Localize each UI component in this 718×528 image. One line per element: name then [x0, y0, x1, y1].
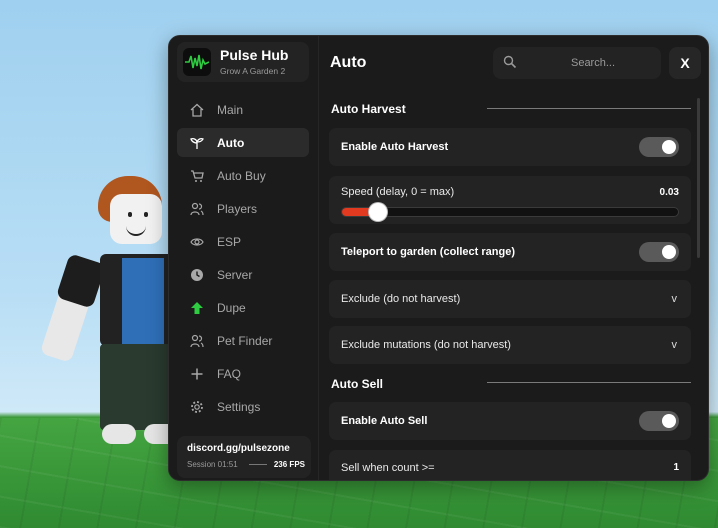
speed-value: 0.03	[659, 187, 679, 198]
sidebar-item-faq[interactable]: FAQ	[177, 359, 309, 388]
clock-icon	[189, 267, 205, 283]
roblox-avatar	[39, 176, 192, 446]
sell-when-count-label: Sell when count >=	[341, 462, 435, 474]
speed-row: Speed (delay, 0 = max) 0.03	[329, 176, 691, 224]
sidebar-item-main[interactable]: Main	[177, 95, 309, 124]
teleport-row: Teleport to garden (collect range)	[329, 233, 691, 271]
teleport-toggle[interactable]	[639, 242, 679, 262]
sidebar-item-pet-finder[interactable]: Pet Finder	[177, 326, 309, 355]
speed-slider[interactable]	[341, 203, 679, 221]
sprout-icon	[189, 135, 205, 151]
sidebar-item-auto-buy[interactable]: Auto Buy	[177, 161, 309, 190]
sell-when-count-value[interactable]: 1	[673, 462, 679, 473]
sidebar-item-label: Main	[217, 102, 244, 117]
brand-card: Pulse Hub Grow A Garden 2	[177, 42, 309, 82]
sidebar-item-dupe[interactable]: Dupe	[177, 293, 309, 322]
search-icon	[503, 55, 517, 74]
exclude-label: Exclude (do not harvest)	[341, 293, 461, 305]
sidebar-nav: Main Auto Auto Buy Players ESP Server Du…	[177, 95, 309, 425]
session-footer: discord.gg/pulsezone Session 01:51 236 F…	[177, 436, 311, 478]
sidebar-item-settings[interactable]: Settings	[177, 392, 309, 421]
sidebar-item-label: Auto	[217, 135, 245, 150]
exclude-mutations-dropdown[interactable]: Exclude mutations (do not harvest) v	[329, 326, 691, 364]
search-box	[493, 47, 661, 79]
sidebar-item-label: Auto Buy	[217, 168, 266, 183]
exclude-dropdown[interactable]: Exclude (do not harvest) v	[329, 280, 691, 318]
enable-auto-sell-row: Enable Auto Sell	[329, 402, 691, 440]
exclude-mutations-label: Exclude mutations (do not harvest)	[341, 339, 511, 351]
sidebar-item-label: Server	[217, 267, 253, 282]
section-divider	[487, 108, 691, 109]
brand-subtitle: Grow A Garden 2	[220, 66, 286, 76]
sidebar-item-esp[interactable]: ESP	[177, 227, 309, 256]
sidebar-item-label: Settings	[217, 399, 261, 414]
home-icon	[189, 102, 205, 118]
arrow-up-icon	[189, 300, 205, 316]
enable-auto-sell-toggle[interactable]	[639, 411, 679, 431]
users-icon	[189, 201, 205, 217]
page-title: Auto	[330, 54, 367, 71]
sidebar-item-label: Dupe	[217, 300, 246, 315]
section-title-auto-harvest: Auto Harvest	[331, 102, 406, 116]
close-button[interactable]: X	[669, 47, 701, 79]
eye-icon	[189, 234, 205, 250]
sidebar-item-label: Pet Finder	[217, 333, 273, 348]
sidebar-item-label: ESP	[217, 234, 242, 249]
enable-auto-harvest-label: Enable Auto Harvest	[341, 141, 449, 153]
sidebar-item-auto[interactable]: Auto	[177, 128, 309, 157]
enable-auto-sell-label: Enable Auto Sell	[341, 415, 428, 427]
chevron-down-icon: v	[671, 339, 678, 351]
sidebar: Pulse Hub Grow A Garden 2 Main Auto Auto…	[169, 36, 319, 480]
settings-content: Auto Harvest Enable Auto Harvest Speed (…	[329, 94, 699, 480]
search-input[interactable]	[533, 47, 653, 79]
section-title-auto-sell: Auto Sell	[331, 377, 384, 391]
brand-title: Pulse Hub	[220, 47, 289, 63]
sidebar-item-players[interactable]: Players	[177, 194, 309, 223]
enable-auto-harvest-toggle[interactable]	[639, 137, 679, 157]
cart-icon	[189, 168, 205, 184]
sidebar-item-label: Players	[217, 201, 258, 216]
divider	[249, 464, 267, 465]
teleport-label: Teleport to garden (collect range)	[341, 246, 515, 258]
gear-icon	[189, 399, 205, 415]
section-divider	[487, 382, 691, 383]
speed-label: Speed (delay, 0 = max)	[341, 186, 455, 198]
sparkle-icon	[189, 366, 205, 382]
speed-slider-knob[interactable]	[369, 203, 388, 221]
enable-auto-harvest-row: Enable Auto Harvest	[329, 128, 691, 166]
sidebar-item-label: FAQ	[217, 366, 242, 381]
sidebar-item-server[interactable]: Server	[177, 260, 309, 289]
pulse-logo-icon	[183, 48, 211, 76]
session-timer: Session 01:51	[187, 460, 238, 469]
users-icon	[189, 333, 205, 349]
chevron-down-icon: v	[671, 293, 678, 305]
sell-when-count-row: Sell when count >= 1	[329, 450, 691, 480]
discord-link[interactable]: discord.gg/pulsezone	[187, 443, 290, 454]
fps-counter: 236 FPS	[273, 460, 305, 469]
pulse-hub-window: Pulse Hub Grow A Garden 2 Main Auto Auto…	[168, 35, 709, 481]
